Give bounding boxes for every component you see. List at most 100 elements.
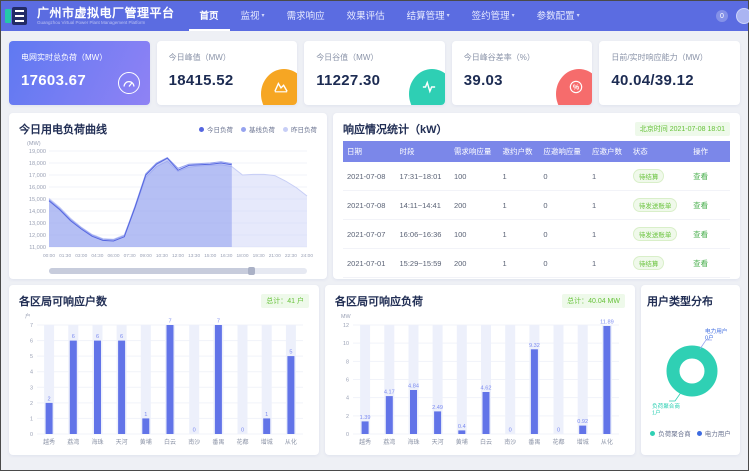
svg-text:黄埔: 黄埔: [456, 438, 468, 446]
table-header-cell: 操作: [689, 141, 730, 162]
responsive-load-title: 各区局可响应负荷: [335, 293, 423, 309]
cell-invited: 1: [499, 249, 540, 278]
view-link[interactable]: 查看: [693, 259, 708, 268]
svg-text:1: 1: [30, 416, 33, 422]
nav-item-contract[interactable]: 签约管理▾: [461, 1, 526, 31]
table-header-cell: 应邀户数: [588, 141, 629, 162]
nav-item-parameters[interactable]: 参数配置▾: [526, 1, 591, 31]
svg-text:22:30: 22:30: [285, 253, 297, 259]
nav-item-settlement[interactable]: 结算管理▾: [396, 1, 461, 31]
nav-item-monitor[interactable]: 监视▾: [230, 1, 276, 31]
kpi-card-peak-valley-ratio: 今日峰谷差率（%） 39.03 %: [452, 41, 593, 105]
responsive-load-chart: 024681012MW1.39越秀4.17荔湾4.84海珠2.49天河0.4黄埔…: [335, 311, 625, 452]
nav-label: 监视: [241, 8, 260, 22]
svg-text:6: 6: [30, 339, 33, 345]
response-stats-panel: 响应情况统计（kW） 北京时间 2021-07-08 18:01 日期时段需求响…: [333, 113, 740, 279]
legend-label: 今日负荷: [207, 124, 233, 134]
svg-text:从化: 从化: [285, 438, 297, 446]
cell-period: 15:29~15:59: [396, 249, 450, 278]
cell-date: 2021-07-07: [343, 220, 396, 249]
svg-text:天河: 天河: [432, 438, 444, 446]
svg-text:7: 7: [168, 319, 171, 325]
legend-item[interactable]: 基线负荷: [241, 124, 275, 134]
svg-text:21:00: 21:00: [269, 253, 281, 259]
pulse-icon: [422, 80, 436, 94]
svg-text:0: 0: [193, 428, 196, 434]
svg-text:0.4: 0.4: [458, 424, 466, 430]
cell-responded: 0: [539, 191, 588, 220]
notification-badge[interactable]: 0: [716, 10, 728, 22]
table-header-cell: 需求响应量: [450, 141, 499, 162]
kpi-label: 日前/实时响应能力（MW）: [611, 52, 728, 63]
svg-text:0: 0: [241, 428, 244, 434]
svg-text:06:00: 06:00: [107, 253, 119, 259]
svg-text:花都: 花都: [236, 438, 248, 446]
cell-period: 16:06~16:36: [396, 220, 450, 249]
svg-text:白云: 白云: [480, 438, 492, 446]
svg-text:18:00: 18:00: [236, 253, 248, 259]
nav-item-home[interactable]: 首页: [189, 1, 230, 31]
kpi-card-today-valley: 今日谷值（MW） 11227.30: [304, 41, 445, 105]
legend-item[interactable]: 昨日负荷: [283, 124, 317, 134]
svg-text:负荷聚合商1户: 负荷聚合商1户: [652, 402, 680, 417]
cell-accepted: 1: [588, 220, 629, 249]
main-nav: 首页 监视▾ 需求响应 效果评估 结算管理▾ 签约管理▾ 参数配置▾: [189, 1, 591, 31]
cell-status: 待发送账单: [629, 191, 689, 220]
svg-text:5: 5: [30, 354, 33, 360]
table-header-cell: 邀约户数: [499, 141, 540, 162]
status-badge: 待结算: [633, 256, 665, 270]
cell-accepted: 1: [588, 249, 629, 278]
legend-dot-icon: [199, 127, 204, 132]
cell-demand: 200: [450, 191, 499, 220]
view-link[interactable]: 查看: [693, 172, 708, 181]
chevron-down-icon: ▾: [262, 12, 265, 19]
chart-zoom-slider[interactable]: [49, 268, 307, 274]
user-type-panel: 用户类型分布 电力用户0户负荷聚合商1户 负荷聚合商 电力用户: [641, 285, 740, 455]
total-load-badge: 总计：40.04 MW: [562, 294, 625, 308]
total-users-badge: 总计：41 户: [261, 294, 309, 308]
response-stats-title: 响应情况统计（kW）: [343, 121, 448, 137]
svg-text:4.84: 4.84: [408, 384, 419, 390]
svg-text:10: 10: [343, 341, 349, 347]
legend-item[interactable]: 电力用户: [697, 428, 731, 438]
app-header: 广州市虚拟电厂管理平台 Guangzhou Virtual Power Plan…: [1, 1, 748, 31]
svg-text:番禺: 番禺: [528, 439, 540, 446]
svg-text:4: 4: [346, 396, 349, 402]
svg-text:12,000: 12,000: [29, 233, 46, 239]
legend-item[interactable]: 今日负荷: [199, 124, 233, 134]
nav-label: 首页: [200, 8, 219, 22]
svg-text:24:00: 24:00: [301, 253, 313, 259]
app-title: 广州市虚拟电厂管理平台: [37, 7, 175, 19]
responsive-users-title: 各区局可响应户数: [19, 293, 107, 309]
legend-item[interactable]: 负荷聚合商: [650, 428, 691, 438]
table-row: 2021-07-0716:06~16:36100101待发送账单查看: [343, 220, 730, 249]
table-row: 2021-07-0115:29~15:59200101待结算查看: [343, 249, 730, 278]
kpi-card-response-capability: 日前/实时响应能力（MW） 40.04/39.12: [599, 41, 740, 105]
kpi-card-today-peak: 今日峰值（MW） 18415.52: [157, 41, 298, 105]
nav-label: 签约管理: [472, 8, 510, 22]
svg-text:1.39: 1.39: [360, 415, 371, 421]
avatar[interactable]: [736, 8, 749, 24]
svg-text:00:00: 00:00: [43, 253, 55, 259]
kpi-row: 电网实时总负荷（MW） 17603.67 今日峰值（MW） 18415.52 今…: [1, 31, 748, 107]
svg-text:0: 0: [509, 428, 512, 434]
svg-text:11.89: 11.89: [600, 320, 614, 326]
zoom-slider-handle[interactable]: [248, 267, 255, 275]
user-type-legend: 负荷聚合商 电力用户: [647, 428, 734, 438]
table-header-cell: 日期: [343, 141, 396, 162]
user-type-donut-chart: 电力用户0户负荷聚合商1户: [647, 309, 734, 428]
view-link[interactable]: 查看: [693, 230, 708, 239]
svg-text:户: 户: [25, 312, 30, 320]
cell-status: 待发送账单: [629, 220, 689, 249]
cell-action: 查看: [689, 220, 730, 249]
nav-item-effect-evaluation[interactable]: 效果评估: [336, 1, 396, 31]
svg-text:从化: 从化: [601, 438, 613, 446]
nav-item-demand-response[interactable]: 需求响应: [276, 1, 336, 31]
load-curve-chart: 11,00012,00013,00014,00015,00016,00017,0…: [19, 139, 317, 266]
svg-text:1: 1: [144, 412, 147, 418]
view-link[interactable]: 查看: [693, 201, 708, 210]
svg-text:12: 12: [343, 323, 349, 329]
svg-text:07:30: 07:30: [124, 253, 136, 259]
beijing-time-badge: 北京时间 2021-07-08 18:01: [635, 122, 730, 136]
svg-text:6: 6: [96, 334, 99, 340]
